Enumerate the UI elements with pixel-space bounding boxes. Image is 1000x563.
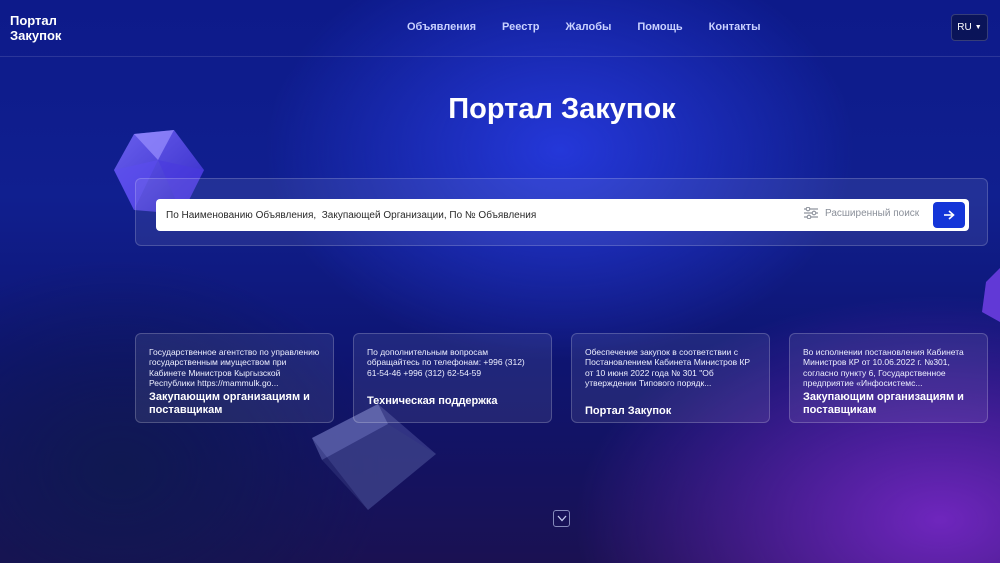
sliders-icon: [804, 207, 818, 219]
info-card-resolution[interactable]: Во исполнении постановления Кабинета Мин…: [789, 333, 988, 423]
info-card-agency[interactable]: Государственное агентство по управлению …: [135, 333, 334, 423]
arrow-right-icon: [944, 210, 955, 220]
nav-item-registry[interactable]: Реестр: [502, 20, 539, 34]
top-header: Портал Закупок Объявления Реестр Жалобы …: [0, 0, 1000, 57]
search-box: Расширенный поиск: [156, 199, 969, 231]
advanced-search-link[interactable]: Расширенный поиск: [804, 207, 919, 219]
logo-line-1: Портал: [10, 13, 57, 28]
site-logo[interactable]: Портал Закупок: [10, 13, 80, 43]
advanced-search-label: Расширенный поиск: [825, 207, 920, 219]
card-title: Техническая поддержка: [367, 394, 498, 407]
search-panel: Расширенный поиск: [135, 178, 988, 246]
nav-item-help[interactable]: Помощь: [637, 20, 682, 34]
side-decoration: [982, 268, 1000, 322]
scroll-down-button[interactable]: [553, 510, 570, 527]
page-title: Портал Закупок: [448, 93, 676, 125]
card-title: Портал Закупок: [585, 405, 672, 418]
search-submit-button[interactable]: [933, 202, 965, 228]
language-value: RU: [957, 22, 972, 33]
card-title: Закупающим организациям и поставщикам: [803, 391, 964, 416]
card-text: Обеспечение закупок в соответствии с Пос…: [585, 347, 751, 388]
card-text: По дополнительным вопросам обращайтесь п…: [367, 347, 525, 378]
nav-item-contacts[interactable]: Контакты: [709, 20, 761, 34]
info-card-portal[interactable]: Обеспечение закупок в соответствии с Пос…: [571, 333, 770, 423]
main-nav: Объявления Реестр Жалобы Помощь Контакты: [407, 20, 787, 34]
nav-item-complaints[interactable]: Жалобы: [565, 20, 611, 34]
language-selector[interactable]: RU ▼: [951, 14, 988, 41]
nav-item-announcements[interactable]: Объявления: [407, 20, 476, 34]
info-cards: Государственное агентство по управлению …: [135, 333, 988, 423]
chevron-down-icon: [557, 515, 566, 522]
card-text: Во исполнении постановления Кабинета Мин…: [803, 347, 964, 388]
caret-down-icon: ▼: [974, 24, 982, 31]
logo-line-2: Закупок: [10, 28, 62, 43]
card-text: Государственное агентство по управлению …: [149, 347, 320, 388]
card-title: Закупающим организациям и поставщикам: [149, 391, 310, 416]
info-card-support[interactable]: По дополнительным вопросам обращайтесь п…: [353, 333, 552, 423]
search-input[interactable]: [156, 199, 796, 231]
